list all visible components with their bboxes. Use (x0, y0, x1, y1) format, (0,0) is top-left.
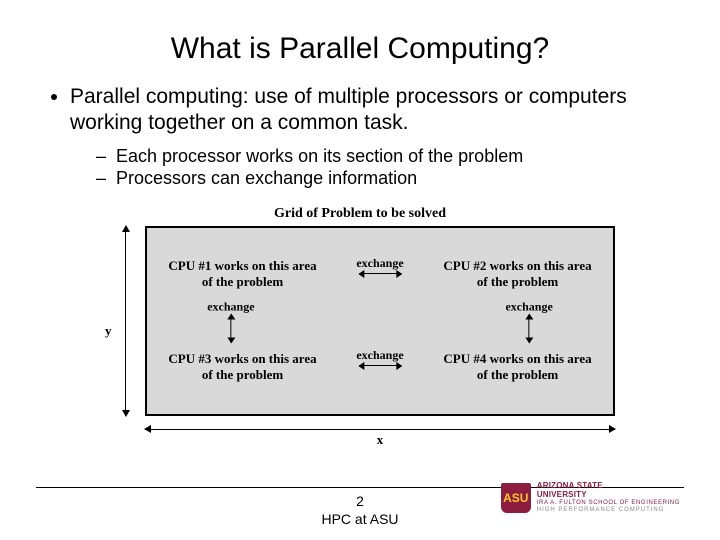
exchange-right-label: exchange (505, 299, 552, 313)
diagram-caption: Grid of Problem to be solved (44, 206, 676, 222)
bullet-sub-1: Each processor works on its section of t… (96, 145, 676, 168)
cpu-3-line1: CPU #3 works on this area (168, 351, 316, 367)
cpu-1-line1: CPU #1 works on this area (168, 258, 316, 274)
exchange-bottom: exchange (356, 348, 403, 366)
bullet-sub-2: Processors can exchange information (96, 167, 676, 190)
cpu-3-cell: CPU #3 works on this area of the problem (147, 321, 380, 414)
cpu-1-cell: CPU #1 works on this area of the problem (147, 228, 380, 321)
exchange-left-label: exchange (207, 299, 254, 313)
cpu-4-cell: CPU #4 works on this area of the problem (380, 321, 613, 414)
double-arrow-horizontal-icon (359, 365, 401, 366)
x-axis-label: x (377, 432, 384, 448)
y-axis-label: y (105, 323, 112, 339)
slide: What is Parallel Computing? Parallel com… (0, 0, 720, 540)
double-arrow-horizontal-icon (359, 273, 401, 274)
double-arrow-vertical-icon (230, 314, 231, 342)
exchange-top: exchange (356, 256, 403, 274)
y-axis-arrow (125, 226, 126, 416)
exchange-left: exchange (207, 299, 254, 342)
cpu-4-line2: of the problem (477, 367, 558, 383)
cpu-3-line2: of the problem (202, 367, 283, 383)
grid-box: CPU #1 works on this area of the problem… (145, 226, 615, 416)
diagram: y CPU #1 works on this area of the probl… (105, 226, 615, 436)
logo-line-4: HIGH PERFORMANCE COMPUTING (537, 507, 680, 514)
cpu-4-line1: CPU #4 works on this area (443, 351, 591, 367)
cpu-2-cell: CPU #2 works on this area of the problem (380, 228, 613, 321)
asu-logo-text: ARIZONA STATE UNIVERSITY IRA A. FULTON S… (537, 482, 680, 514)
x-axis-arrow (145, 429, 615, 430)
exchange-top-label: exchange (356, 256, 403, 270)
logo-line-3: IRA A. FULTON SCHOOL OF ENGINEERING (537, 500, 680, 507)
exchange-right: exchange (505, 299, 552, 342)
cpu-1-line2: of the problem (202, 274, 283, 290)
cpu-2-line1: CPU #2 works on this area (443, 258, 591, 274)
logo-line-2: UNIVERSITY (537, 491, 680, 500)
bullet-list: Parallel computing: use of multiple proc… (44, 84, 676, 190)
exchange-bottom-label: exchange (356, 348, 403, 362)
slide-title: What is Parallel Computing? (44, 32, 676, 66)
cpu-2-line2: of the problem (477, 274, 558, 290)
asu-logo: ASU ARIZONA STATE UNIVERSITY IRA A. FULT… (501, 482, 680, 514)
asu-shield-icon: ASU (501, 483, 531, 513)
double-arrow-vertical-icon (529, 314, 530, 342)
bullet-main: Parallel computing: use of multiple proc… (70, 84, 676, 190)
bullet-main-text: Parallel computing: use of multiple proc… (70, 85, 627, 134)
footer: 2 HPC at ASU ASU ARIZONA STATE UNIVERSIT… (0, 487, 720, 528)
